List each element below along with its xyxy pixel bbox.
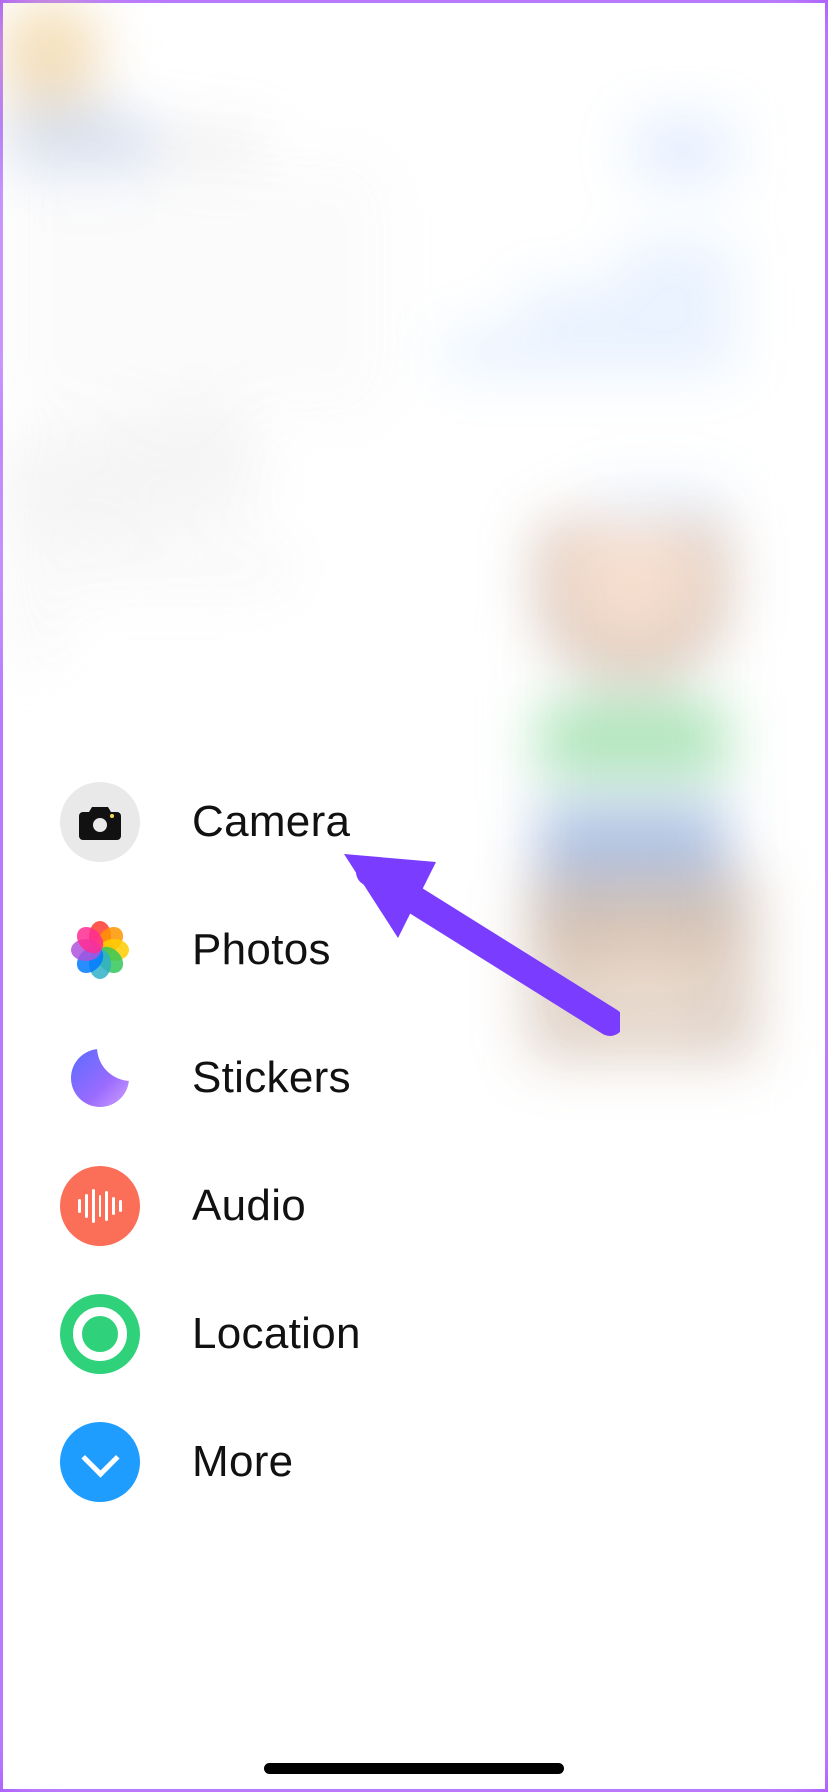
attachment-menu: Camera Photos Stickers Audio Location Mo…	[60, 782, 480, 1502]
attachment-menu-label: More	[192, 1437, 293, 1487]
home-indicator	[264, 1763, 564, 1774]
stickers-icon	[60, 1038, 140, 1118]
attachment-menu-item-more[interactable]: More	[60, 1422, 480, 1502]
attachment-menu-item-stickers[interactable]: Stickers	[60, 1038, 480, 1118]
audio-icon	[60, 1166, 140, 1246]
attachment-menu-label: Location	[192, 1309, 361, 1359]
attachment-menu-item-audio[interactable]: Audio	[60, 1166, 480, 1246]
attachment-menu-item-location[interactable]: Location	[60, 1294, 480, 1374]
attachment-menu-label: Photos	[192, 925, 331, 975]
chevron-down-icon	[60, 1422, 140, 1502]
attachment-menu-label: Stickers	[192, 1053, 351, 1103]
camera-icon	[60, 782, 140, 862]
attachment-menu-label: Camera	[192, 797, 350, 847]
attachment-menu-label: Audio	[192, 1181, 306, 1231]
attachment-menu-item-photos[interactable]: Photos	[60, 910, 480, 990]
photos-icon	[60, 910, 140, 990]
location-icon	[60, 1294, 140, 1374]
attachment-menu-item-camera[interactable]: Camera	[60, 782, 480, 862]
